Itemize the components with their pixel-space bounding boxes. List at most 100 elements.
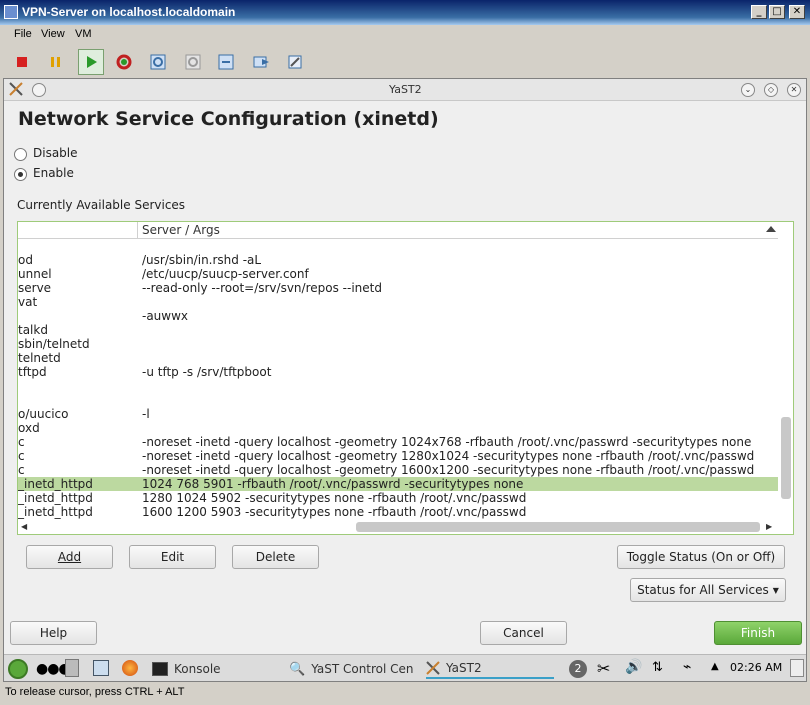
table-row[interactable] (18, 393, 778, 407)
task-yast-control-center[interactable]: 🔍 YaST Control Cen (289, 659, 414, 679)
table-row[interactable]: sbin/telnetd (18, 337, 778, 351)
send-key-icon[interactable] (248, 49, 274, 75)
stop-icon[interactable] (9, 49, 35, 75)
pager-icon[interactable] (65, 659, 79, 677)
task-konsole[interactable]: Konsole (152, 659, 221, 679)
edit-button[interactable]: Edit (129, 545, 216, 569)
scissors-icon[interactable]: ✂ (597, 659, 610, 678)
column-header-name[interactable] (18, 222, 138, 239)
delete-button-label: Delete (255, 550, 296, 564)
server-args-cell: -noreset -inetd -query localhost -geomet… (142, 435, 752, 449)
yast-icon (426, 661, 440, 675)
clock[interactable]: 02:26 AM (730, 661, 782, 674)
table-row[interactable]: od/usr/sbin/in.rshd -aL (18, 253, 778, 267)
tray-expand-icon[interactable]: ▲ (711, 661, 719, 672)
desktop-number-badge[interactable]: 2 (569, 660, 587, 678)
table-row[interactable]: oxd (18, 421, 778, 435)
service-name-cell: talkd (18, 323, 48, 337)
table-row[interactable]: _inetd_httpd 1280 1024 5902 -securitytype… (18, 491, 778, 505)
dropdown-arrow-icon: ▼ (772, 585, 779, 595)
table-row[interactable]: c -noreset -inetd -query localhost -geome… (18, 463, 778, 477)
power-plug-icon[interactable]: ⌁ (683, 659, 691, 675)
vertical-scroll-thumb[interactable] (781, 417, 791, 499)
scroll-left-icon[interactable]: ◀ (21, 522, 27, 531)
network-icon[interactable]: ⇅ (652, 660, 663, 675)
status-all-label: Status for All Services (637, 583, 769, 597)
enable-label[interactable]: Enable (33, 166, 74, 180)
vm-title-bar: VPN-Server on localhost.localdomain _ □ … (0, 0, 810, 25)
table-row[interactable]: talkd (18, 323, 778, 337)
server-args-cell: 1280 1024 5902 -securitytypes none -rfba… (142, 491, 527, 505)
delete-button[interactable]: Delete (232, 545, 319, 569)
table-row[interactable]: telnetd (18, 351, 778, 365)
services-table[interactable]: Server / Args od/usr/sbin/in.rshd -aL unn… (17, 221, 794, 535)
table-header: Server / Args (18, 222, 778, 239)
server-args-cell: -noreset -inetd -query localhost -geomet… (142, 463, 755, 477)
service-name-cell: serve (18, 281, 52, 295)
table-row[interactable]: c -noreset -inetd -query localhost -geome… (18, 449, 778, 463)
application-launcher-icon[interactable] (8, 659, 28, 679)
snapshot-revert-icon[interactable] (180, 49, 206, 75)
disable-radio[interactable] (14, 148, 27, 161)
service-name-cell: unnel (18, 267, 52, 281)
help-button[interactable]: Help (10, 621, 97, 645)
menu-file[interactable]: File (14, 28, 32, 40)
task-konsole-label: Konsole (174, 662, 221, 676)
snapshot-icon[interactable] (145, 49, 171, 75)
server-args-cell: /etc/uucp/suucp-server.conf (142, 267, 309, 281)
minimize-icon[interactable]: ⌄ (741, 83, 755, 97)
table-row[interactable]: -auwwx (18, 309, 778, 323)
menu-view[interactable]: View (41, 28, 65, 40)
status-all-services-dropdown[interactable]: Status for All Services ▼ (630, 578, 786, 602)
close-button[interactable]: ✕ (789, 5, 805, 19)
table-row[interactable] (18, 239, 778, 253)
column-header-server-args[interactable]: Server / Args (142, 223, 220, 237)
help-button-label: Help (39, 626, 68, 640)
table-row[interactable]: unnel/etc/uucp/suucp-server.conf (18, 267, 778, 281)
file-manager-icon[interactable] (93, 660, 109, 676)
service-name-cell: telnetd (18, 351, 61, 365)
cancel-button[interactable]: Cancel (480, 621, 567, 645)
enable-radio[interactable] (14, 168, 27, 181)
table-row[interactable]: tftpd -u tftp -s /srv/tftpboot (18, 365, 778, 379)
vm-toolbar (0, 45, 810, 78)
settings-icon[interactable] (282, 49, 308, 75)
server-args-cell: -u tftp -s /srv/tftpboot (142, 365, 272, 379)
service-name-cell: _inetd_httpd (18, 477, 93, 491)
guest-screen: YaST2 ⌄ ◇ ✕ Network Service Configuratio… (3, 78, 807, 682)
table-row[interactable]: _inetd_httpd 1600 1200 5903 -securitytype… (18, 505, 778, 519)
firefox-icon[interactable] (122, 660, 138, 676)
finish-button[interactable]: Finish (714, 621, 802, 645)
table-row[interactable]: c -noreset -inetd -query localhost -geome… (18, 435, 778, 449)
show-desktop-icon[interactable] (790, 659, 804, 677)
server-args-cell: 1600 1200 5903 -securitytypes none -rfba… (142, 505, 527, 519)
vertical-scrollbar[interactable] (778, 239, 793, 517)
window-menu-icon[interactable] (32, 83, 46, 97)
scroll-right-icon[interactable]: ▶ (766, 522, 772, 531)
play-icon[interactable] (78, 49, 104, 75)
table-row[interactable]: o/uucico -l (18, 407, 778, 421)
maximize-icon[interactable]: ◇ (764, 83, 778, 97)
table-row[interactable] (18, 379, 778, 393)
task-yast2[interactable]: YaST2 (426, 659, 554, 679)
table-row[interactable]: vat (18, 295, 778, 309)
add-button[interactable]: Add (26, 545, 113, 569)
table-row[interactable]: _inetd_httpd 1024 768 5901 -rfbauth /root… (18, 477, 778, 491)
horizontal-scroll-thumb[interactable] (356, 522, 760, 532)
page-title: Network Service Configuration (xinetd) (18, 108, 439, 130)
restart-icon[interactable] (111, 49, 137, 75)
menu-vm[interactable]: VM (75, 28, 92, 40)
close-icon[interactable]: ✕ (787, 83, 801, 97)
pause-icon[interactable] (43, 49, 69, 75)
horizontal-scrollbar[interactable]: ◀ ▶ (18, 519, 778, 534)
toggle-status-button[interactable]: Toggle Status (On or Off) (617, 545, 785, 569)
task-yast-control-center-label: YaST Control Cen (311, 662, 414, 676)
server-args-cell: -l (142, 407, 150, 421)
table-row[interactable]: serve --read-only --root=/srv/svn/repos -… (18, 281, 778, 295)
disable-label[interactable]: Disable (33, 146, 78, 160)
minimize-button[interactable]: _ (751, 5, 767, 19)
vm-app-icon (4, 5, 18, 19)
volume-icon[interactable]: 🔊 (625, 659, 642, 675)
maximize-button[interactable]: □ (769, 5, 785, 19)
snapshot-manage-icon[interactable] (213, 49, 239, 75)
